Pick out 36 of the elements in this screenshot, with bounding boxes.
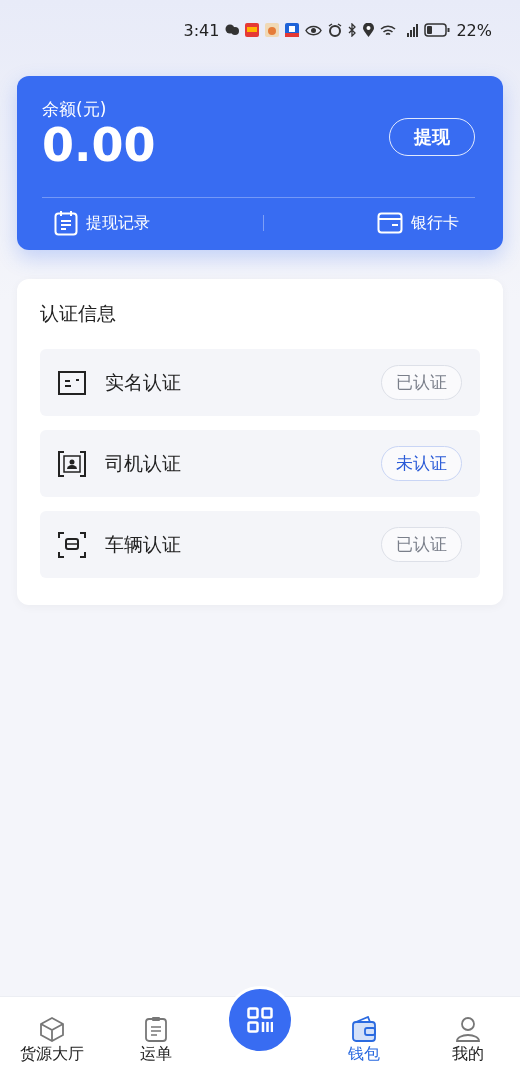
bluetooth-icon	[348, 23, 358, 37]
balance-label: 余额(元)	[42, 98, 108, 121]
bank-card-link[interactable]: 银行卡	[377, 212, 459, 235]
section-title: 认证信息	[40, 301, 117, 327]
status-tag: 已认证	[381, 527, 462, 563]
status-tag: 已认证	[381, 365, 462, 401]
clipboard-icon	[144, 1015, 168, 1042]
tab[interactable]: 货源大厅	[0, 997, 104, 1073]
wallet-icon	[351, 1015, 377, 1042]
status-tag: 未认证	[381, 446, 462, 482]
eye-icon	[305, 24, 323, 36]
vehicle-scan-icon	[58, 531, 86, 558]
tab[interactable]: 运单	[104, 997, 208, 1073]
person-icon	[455, 1015, 481, 1042]
wifi-icon	[380, 23, 397, 37]
balance-amount: 0.00	[42, 121, 156, 170]
certification-item[interactable]: 司机认证 未认证	[40, 430, 480, 498]
battery-icon	[424, 23, 451, 37]
certification-item[interactable]: 车辆认证 已认证	[40, 511, 480, 579]
clock-time: 3:41	[183, 20, 220, 40]
card-icon	[377, 212, 403, 235]
records-link[interactable]: 提现记录	[54, 210, 150, 237]
qr-code-icon	[247, 1007, 273, 1033]
calendar-icon	[54, 210, 78, 237]
battery-percent: 22%	[456, 20, 492, 40]
location-icon	[363, 23, 375, 37]
certification-item[interactable]: 实名认证 已认证	[40, 349, 480, 417]
app-icon	[265, 23, 280, 37]
alarm-icon	[328, 23, 343, 37]
tab[interactable]: 我的	[416, 997, 520, 1073]
tab[interactable]: 钱包	[312, 997, 416, 1073]
id-card-icon	[58, 370, 86, 395]
person-frame-icon	[58, 450, 86, 477]
app-icon	[245, 23, 260, 37]
app-icon	[285, 23, 300, 37]
cube-icon	[39, 1015, 65, 1042]
